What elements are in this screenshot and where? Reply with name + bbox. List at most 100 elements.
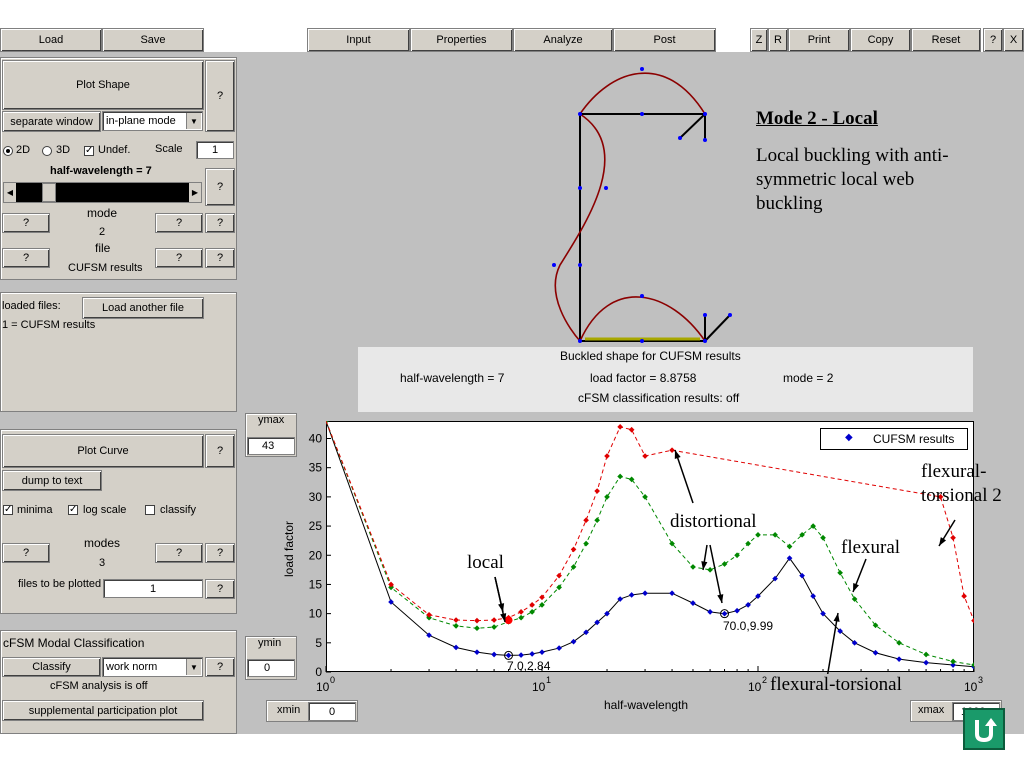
series-point-1 [518,614,524,621]
series-point-0 [721,610,728,617]
slider-help-button[interactable]: ? [205,168,235,206]
series-point-1 [837,569,843,576]
series-point-0 [453,644,459,651]
arrow-flexural-torsional-2-head [939,537,947,546]
classify-checkbox[interactable] [145,505,155,515]
mode-help-button[interactable]: ? [205,213,235,233]
log-scale-label: log scale [83,504,127,516]
series-point-0 [896,656,902,662]
file-prev-button[interactable]: ? [2,248,50,268]
y-tick-label: 20 [309,548,323,562]
input-button[interactable]: Input [307,28,410,52]
series-point-2 [518,609,524,615]
series-point-0 [923,659,929,666]
series-point-2 [426,611,432,618]
zoom-button[interactable]: Z [750,28,768,52]
y-tick-label: 25 [309,519,323,533]
slider-thumb[interactable] [42,183,56,202]
arrow-flexural-torsional-head [833,613,840,622]
loaded-files-label: loaded files: [2,300,61,312]
series-point-2 [628,426,635,433]
copy-button[interactable]: Copy [850,28,911,52]
help-button[interactable]: ? [983,28,1003,52]
classify-label: classify [160,504,197,516]
x-tick-label: 10 [316,680,330,694]
undeformed-section [579,113,731,342]
buckled-cross-section [552,67,732,343]
mode-desc-line-1: Local buckling with anti- [756,145,949,166]
post-button[interactable]: Post [613,28,716,52]
radio-2d-label: 2D [16,144,31,156]
print-button[interactable]: Print [788,28,850,52]
load-button[interactable]: Load [0,28,102,52]
y-axis-label: load factor [282,520,296,577]
minima-checkbox[interactable]: ✓ [3,505,13,515]
reset-button[interactable]: Reset [911,28,981,52]
rotate-button[interactable]: R [768,28,788,52]
file-help-button[interactable]: ? [205,248,235,268]
dump-to-text-button[interactable]: dump to text [2,470,102,491]
close-button[interactable]: X [1003,28,1024,52]
current-mode-marker [504,616,513,625]
annotation-distortional: distortional [670,511,757,532]
series-point-0 [642,590,648,597]
save-button[interactable]: Save [102,28,204,52]
scale-input[interactable]: 1 [196,141,234,159]
mode-prev-button[interactable]: ? [2,213,50,233]
series-point-0 [707,609,713,615]
y-tick-label: 0 [315,665,322,679]
half-wavelength-slider[interactable]: ◀ ▶ [3,182,202,203]
return-icon[interactable] [963,708,1005,750]
cfsm-status: cFSM analysis is off [50,680,148,692]
file-next-button[interactable]: ? [155,248,203,268]
radio-3d[interactable] [42,146,52,156]
undef-checkbox[interactable]: ✓ [84,146,94,156]
plot-shape-button[interactable]: Plot Shape [2,60,204,110]
supplemental-participation-plot-button[interactable]: supplemental participation plot [2,700,204,721]
y-tick-label: 10 [309,607,323,621]
series-point-2 [570,546,577,553]
x-tick-label: 10 [748,680,762,694]
y-tick-label: 35 [309,461,323,475]
mode-next-button[interactable]: ? [155,213,203,233]
slider-right-arrow-icon[interactable]: ▶ [189,183,201,202]
series-point-1 [594,517,600,524]
series-point-2 [453,617,459,623]
x-tick-exponent: 2 [762,675,767,685]
series-point-0 [518,652,524,658]
series-point-2 [583,517,589,524]
radio-2d[interactable] [3,146,13,156]
plot-curve-button[interactable]: Plot Curve [2,434,204,468]
separate-window-button[interactable]: separate window [2,111,101,132]
classify-button[interactable]: Classify [2,657,101,677]
series-point-0 [810,593,816,599]
log-scale-checkbox[interactable]: ✓ [68,505,78,515]
curve-help-button[interactable]: ? [205,434,235,468]
series-point-0 [669,590,675,597]
series-point-0 [529,651,535,657]
x-tick-label: 10 [964,680,978,694]
files-to-plot-input[interactable]: 1 [103,579,203,598]
norm-select[interactable]: work norm ▼ [102,657,203,677]
norm-value: work norm [106,661,158,673]
modes-help-button[interactable]: ? [205,543,235,563]
series-line-2 [326,421,974,622]
properties-button[interactable]: Properties [410,28,513,52]
ymin-label: ymin [258,637,282,649]
mode-title: Mode 2 - Local [756,108,878,129]
modes-next-button[interactable]: ? [155,543,203,563]
modes-label: modes [84,536,121,550]
mode-type-select[interactable]: in-plane mode ▼ [102,111,203,131]
slider-left-arrow-icon[interactable]: ◀ [4,183,16,202]
load-another-file-button[interactable]: Load another file [82,297,204,319]
x-tick-exponent: 0 [330,675,335,685]
cfsm-help-button[interactable]: ? [205,657,235,677]
modes-prev-button[interactable]: ? [2,543,50,563]
loaded-file-item[interactable]: 1 = CUFSM results [2,319,95,331]
series-point-2 [474,617,480,624]
shape-help-button[interactable]: ? [205,60,235,132]
series-point-1 [690,564,696,570]
files-help-button[interactable]: ? [205,579,235,599]
y-tick-label: 5 [315,636,322,650]
analyze-button[interactable]: Analyze [513,28,613,52]
